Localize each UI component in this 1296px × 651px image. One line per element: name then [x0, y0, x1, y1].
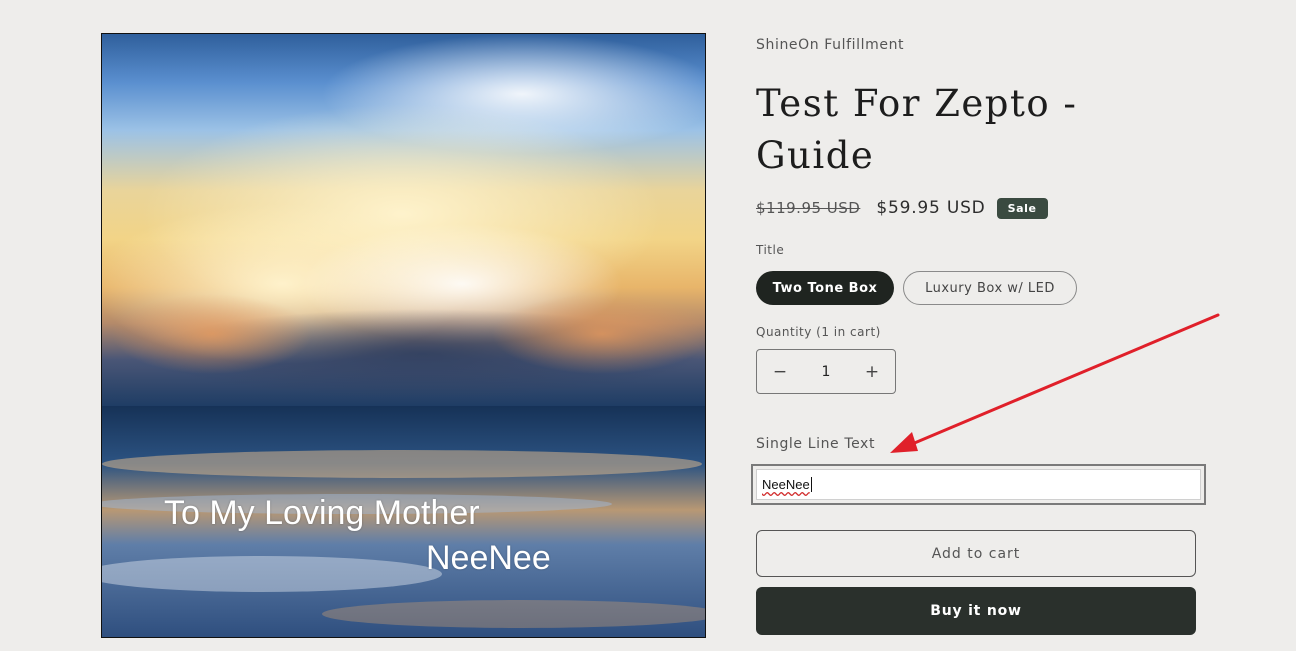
buy-it-now-button[interactable]: Buy it now	[756, 587, 1196, 635]
product-image[interactable]: To My Loving Mother NeeNee	[101, 33, 706, 638]
sky-sea-artwork	[102, 34, 705, 637]
sale-price: $59.95 USD	[876, 198, 986, 218]
image-caption-line2: NeeNee	[426, 539, 551, 577]
product-title: Test For Zepto - Guide	[756, 82, 1078, 177]
quantity-decrease-button[interactable]: −	[757, 350, 803, 393]
single-line-text-input[interactable]: NeeNee	[756, 469, 1201, 500]
single-line-text-field-frame: NeeNee	[751, 464, 1206, 505]
option-label-title: Title	[756, 243, 785, 257]
price-row: $119.95 USD $59.95 USD Sale	[756, 195, 1048, 221]
quantity-input[interactable]: 1	[803, 364, 849, 380]
quantity-label: Quantity (1 in cart)	[756, 325, 881, 339]
text-caret	[810, 477, 812, 492]
product-page: To My Loving Mother NeeNee ShineOn Fulfi…	[0, 0, 1296, 651]
regular-price: $119.95 USD	[756, 199, 861, 217]
image-caption-line1: To My Loving Mother	[164, 494, 480, 532]
option-luxury-box-led[interactable]: Luxury Box w/ LED	[903, 271, 1077, 305]
quantity-increase-button[interactable]: +	[849, 350, 895, 393]
single-line-text-value: NeeNee	[762, 477, 810, 492]
option-two-tone-box[interactable]: Two Tone Box	[756, 271, 894, 305]
quantity-stepper: − 1 +	[756, 349, 896, 394]
product-vendor: ShineOn Fulfillment	[756, 37, 905, 53]
sale-badge: Sale	[996, 197, 1048, 219]
add-to-cart-button[interactable]: Add to cart	[756, 530, 1196, 577]
single-line-text-label: Single Line Text	[756, 436, 876, 452]
